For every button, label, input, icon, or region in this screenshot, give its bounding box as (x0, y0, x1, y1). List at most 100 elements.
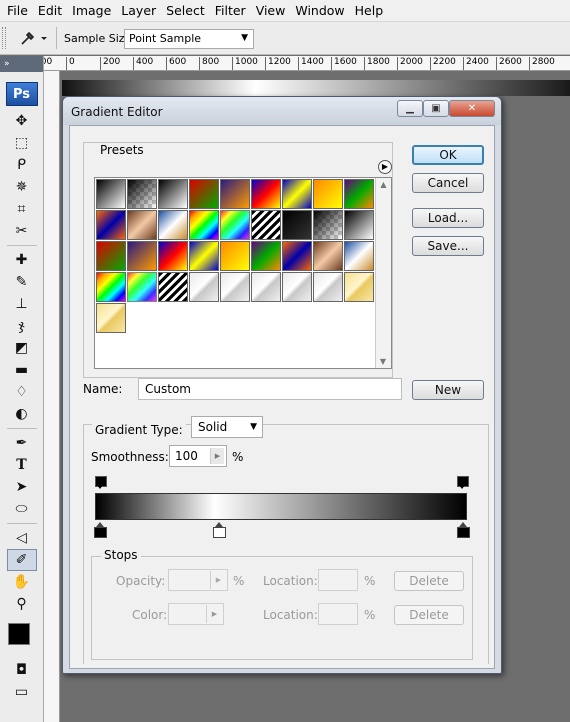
scroll-up-icon[interactable]: ▲ (376, 180, 391, 189)
preset-swatch[interactable] (127, 272, 157, 302)
maximize-button[interactable]: ▣ (423, 100, 449, 117)
menu-select[interactable]: Select (161, 3, 210, 18)
preset-swatch[interactable] (251, 210, 281, 240)
presets-scrollbar[interactable]: ▲ ▼ (375, 178, 391, 368)
color-stop-right[interactable] (457, 522, 470, 538)
healing-brush-tool-icon[interactable]: ✚ (7, 249, 37, 271)
toolbox-collapse-handle[interactable]: » (0, 56, 43, 72)
dialog-titlebar[interactable]: Gradient Editor ▁ ▣ ✕ (63, 97, 501, 125)
menu-layer[interactable]: Layer (116, 3, 161, 18)
preset-swatch[interactable] (158, 179, 188, 209)
options-bar-grip[interactable] (2, 27, 6, 49)
preset-swatch[interactable] (189, 210, 219, 240)
menu-image[interactable]: Image (67, 3, 116, 18)
gradient-tool-icon[interactable]: ▬ (7, 359, 37, 381)
crop-tool-icon[interactable]: ⌗ (7, 198, 37, 220)
eyedropper-tool-icon[interactable]: ✐ (6, 549, 37, 571)
eraser-tool-icon[interactable]: ◩ (7, 337, 37, 359)
sample-size-select[interactable]: Point Sample ▼ (124, 29, 254, 49)
tool-preset-picker[interactable] (16, 28, 52, 48)
new-button[interactable]: New (412, 380, 484, 400)
menu-window[interactable]: Window (290, 3, 349, 18)
magic-wand-tool-icon[interactable]: ✵ (7, 176, 37, 198)
preset-swatch[interactable] (251, 179, 281, 209)
quick-mask-icon[interactable]: ◘ (7, 659, 37, 681)
save-button[interactable]: Save... (412, 236, 484, 256)
menu-edit[interactable]: Edit (33, 3, 67, 18)
minimize-button[interactable]: ▁ (397, 100, 423, 117)
preset-swatch[interactable] (282, 241, 312, 271)
preset-swatch[interactable] (96, 210, 126, 240)
preset-swatch[interactable] (158, 241, 188, 271)
preset-swatch[interactable] (282, 179, 312, 209)
move-tool-icon[interactable]: ✥ (7, 110, 37, 132)
menu-filter[interactable]: Filter (210, 3, 251, 18)
hand-tool-icon[interactable]: ✋ (7, 571, 37, 593)
preset-swatch[interactable] (344, 241, 374, 271)
preset-swatch[interactable] (313, 179, 343, 209)
smoothness-field[interactable]: 100 ▶ (169, 445, 227, 467)
notes-tool-icon[interactable]: ◁ (7, 527, 37, 549)
color-stop-middle[interactable] (213, 522, 226, 538)
ruler-tick: 200 (100, 57, 120, 70)
preset-swatch[interactable] (127, 241, 157, 271)
name-field[interactable]: Custom (138, 378, 402, 400)
preset-swatch[interactable] (313, 272, 343, 302)
foreground-color-swatch[interactable] (7, 623, 30, 645)
dodge-tool-icon[interactable]: ◐ (7, 403, 37, 425)
smoothness-stepper-icon[interactable]: ▶ (210, 448, 224, 464)
blur-tool-icon[interactable]: ♢ (7, 381, 37, 403)
preset-swatch[interactable] (344, 210, 374, 240)
scroll-down-icon[interactable]: ▼ (376, 357, 390, 366)
preset-swatch[interactable] (282, 272, 312, 302)
path-selection-tool-icon[interactable]: ➤ (7, 476, 37, 498)
preset-swatch[interactable] (220, 210, 250, 240)
lasso-tool-icon[interactable]: ᑭ (7, 154, 37, 176)
preset-swatch[interactable] (282, 210, 312, 240)
history-brush-tool-icon[interactable]: ჯ (7, 315, 37, 337)
preset-swatch[interactable] (158, 210, 188, 240)
preset-swatch[interactable] (313, 210, 343, 240)
preset-swatch[interactable] (189, 272, 219, 302)
preset-swatch[interactable] (251, 272, 281, 302)
gradient-preview-bar[interactable] (95, 493, 467, 520)
pen-tool-icon[interactable]: ✒ (7, 432, 37, 454)
brush-tool-icon[interactable]: ✎ (7, 271, 37, 293)
menu-help[interactable]: Help (350, 3, 389, 18)
type-tool-icon[interactable]: T (7, 454, 37, 476)
preset-swatch[interactable] (344, 272, 374, 302)
preset-swatch[interactable] (96, 241, 126, 271)
presets-menu-arrow-icon[interactable]: ▶ (378, 160, 392, 174)
preset-swatch[interactable] (189, 241, 219, 271)
preset-swatch[interactable] (96, 272, 126, 302)
opacity-stop-right[interactable] (457, 476, 469, 490)
preset-swatch[interactable] (96, 179, 126, 209)
preset-swatch[interactable] (220, 179, 250, 209)
clone-stamp-tool-icon[interactable]: ⊥ (7, 293, 37, 315)
load-button[interactable]: Load... (412, 208, 484, 228)
preset-swatch[interactable] (127, 179, 157, 209)
opacity-stop-left[interactable] (95, 476, 107, 490)
preset-swatch[interactable] (344, 179, 374, 209)
ok-button[interactable]: OK (412, 145, 484, 165)
preset-swatch[interactable] (127, 210, 157, 240)
cancel-button[interactable]: Cancel (412, 173, 484, 193)
menu-view[interactable]: View (251, 3, 291, 18)
preset-swatch[interactable] (96, 303, 126, 333)
preset-swatch[interactable] (158, 272, 188, 302)
preset-swatch[interactable] (251, 241, 281, 271)
shape-tool-icon[interactable]: ⬭ (7, 498, 37, 520)
preset-swatch[interactable] (220, 272, 250, 302)
preset-swatch[interactable] (313, 241, 343, 271)
slice-tool-icon[interactable]: ✂ (7, 220, 37, 242)
screen-mode-icon[interactable]: ▭ (7, 681, 37, 703)
document-canvas[interactable] (62, 80, 570, 96)
marquee-tool-icon[interactable]: ⬚ (7, 132, 37, 154)
preset-swatch[interactable] (220, 241, 250, 271)
menu-file[interactable]: File (2, 3, 33, 18)
gradient-type-select[interactable]: Solid ▼ (191, 416, 263, 438)
preset-swatch[interactable] (189, 179, 219, 209)
color-stop-left[interactable] (94, 522, 107, 538)
close-button[interactable]: ✕ (449, 100, 495, 117)
zoom-tool-icon[interactable]: ⚲ (7, 593, 37, 615)
